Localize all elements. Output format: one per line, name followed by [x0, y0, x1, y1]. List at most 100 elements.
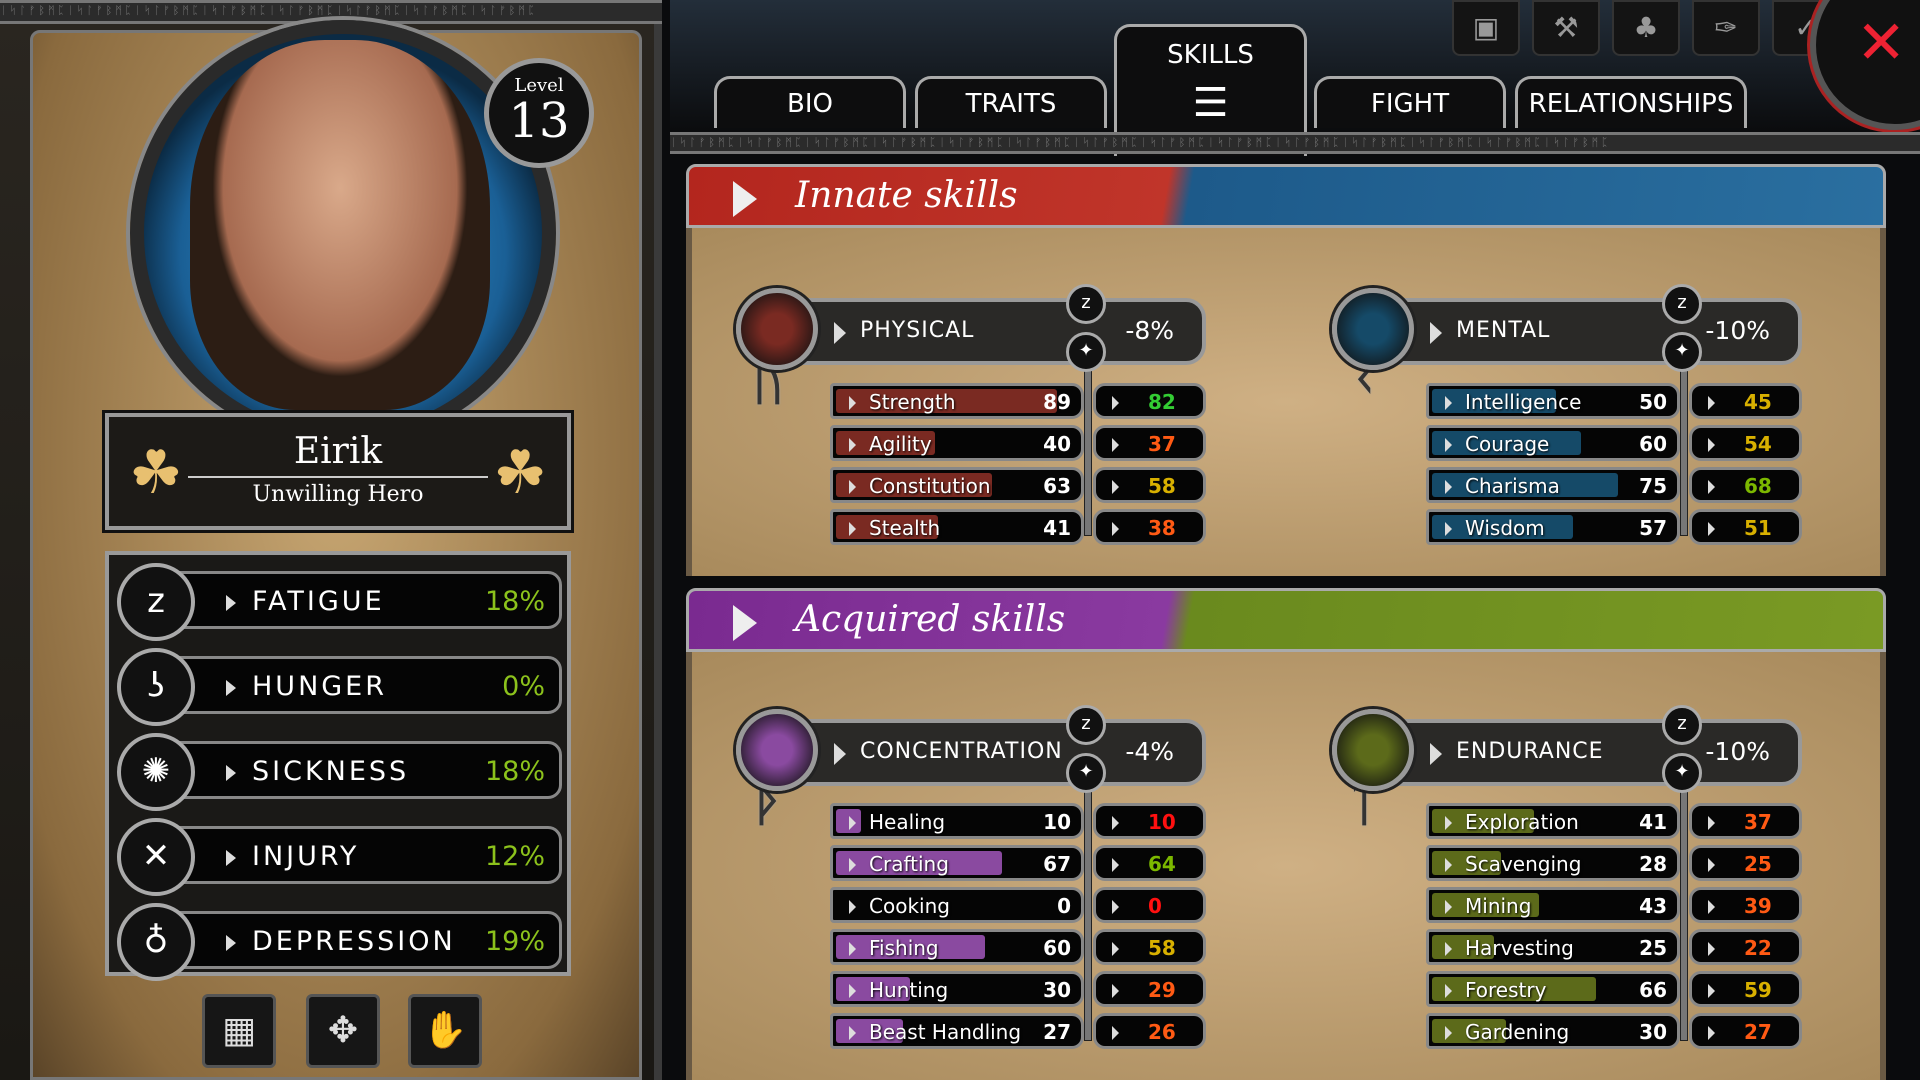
arrow-icon — [1430, 322, 1442, 344]
effective-value: 39 — [1744, 894, 1772, 918]
effective-value-box[interactable]: 0 — [1093, 887, 1206, 923]
skill-row-harvesting[interactable]: Harvesting 25 — [1426, 929, 1680, 965]
effective-value: 37 — [1148, 432, 1176, 456]
skill-row-hunting[interactable]: Hunting 30 — [830, 971, 1084, 1007]
effective-value-box[interactable]: 27 — [1689, 1013, 1802, 1049]
status-bar: FATIGUE 18% — [167, 571, 562, 629]
group-header[interactable]: ENDURANCE -10% — [1392, 719, 1802, 786]
skill-row-stealth[interactable]: Stealth 41 — [830, 509, 1084, 545]
effective-value-box[interactable]: 82 — [1093, 383, 1206, 419]
group-label: ENDURANCE — [1456, 739, 1604, 764]
skill-row-mining[interactable]: Mining 43 — [1426, 887, 1680, 923]
group-header[interactable]: MENTAL -10% — [1392, 298, 1802, 365]
arrow-icon — [1112, 1026, 1119, 1040]
status-row-sickness[interactable]: SICKNESS 18% ✺ — [117, 733, 562, 811]
divider-pole — [1084, 769, 1092, 1041]
effective-value-box[interactable]: 64 — [1093, 845, 1206, 881]
status-row-hunger[interactable]: HUNGER 0% ʖ — [117, 648, 562, 726]
hammer-button[interactable]: ⚒ — [1532, 0, 1600, 56]
skill-name: Hunting — [869, 978, 949, 1002]
status-value: 0% — [502, 671, 545, 702]
effective-value-box[interactable]: 10 — [1093, 803, 1206, 839]
character-title: Unwilling Hero — [188, 476, 488, 507]
arrow-icon — [1708, 900, 1715, 914]
skill-row-exploration[interactable]: Exploration 41 — [1426, 803, 1680, 839]
skill-row-scavenging[interactable]: Scavenging 28 — [1426, 845, 1680, 881]
skill-row-fishing[interactable]: Fishing 60 — [830, 929, 1084, 965]
skill-value: 75 — [1639, 474, 1667, 498]
effective-value-box[interactable]: 25 — [1689, 845, 1802, 881]
skill-row-strength[interactable]: Strength 89 — [830, 383, 1084, 419]
status-row-fatigue[interactable]: FATIGUE 18% z — [117, 563, 562, 641]
tree-button[interactable]: ♣ — [1612, 0, 1680, 56]
map-compass-button[interactable]: ✑ — [1692, 0, 1760, 56]
skill-row-crafting[interactable]: Crafting 67 — [830, 845, 1084, 881]
section-title: Innate skills — [795, 175, 1018, 216]
effective-value-box[interactable]: 39 — [1689, 887, 1802, 923]
effective-value-box[interactable]: 54 — [1689, 425, 1802, 461]
innate-skills-header[interactable]: Innate skills — [686, 164, 1886, 228]
effective-value-box[interactable]: 38 — [1093, 509, 1206, 545]
fatigue-indicator-icon: z — [1662, 284, 1702, 324]
effective-value: 58 — [1148, 936, 1176, 960]
effective-value-box[interactable]: 59 — [1689, 971, 1802, 1007]
character-panel: ᛁᛋᛚᚠᛒᛗᛈᛁᛋᛚᚠᛒᛗᛈᛁᛋᛚᚠᛒᛗᛈᛁᛋᛚᚠᛒᛗᛈᛁᛋᛚᚠᛒᛗᛈᛁᛋᛚᚠᛒ… — [0, 0, 662, 1080]
effective-value-box[interactable]: 51 — [1689, 509, 1802, 545]
tab-relationships[interactable]: RELATIONSHIPS — [1515, 76, 1747, 128]
arrow-icon — [849, 900, 856, 914]
effective-value-box[interactable]: 37 — [1689, 803, 1802, 839]
effective-value-box[interactable]: 26 — [1093, 1013, 1206, 1049]
group-header[interactable]: PHYSICAL -8% — [796, 298, 1206, 365]
arrow-icon — [226, 764, 236, 781]
skill-row-beast-handling[interactable]: Beast Handling 27 — [830, 1013, 1084, 1049]
skill-row-forestry[interactable]: Forestry 66 — [1426, 971, 1680, 1007]
status-row-injury[interactable]: INJURY 12% ✕ — [117, 818, 562, 896]
close-icon: ✕ — [1856, 8, 1907, 78]
skill-row-wisdom[interactable]: Wisdom 57 — [1426, 509, 1680, 545]
effective-value-box[interactable]: 68 — [1689, 467, 1802, 503]
concentration-icon — [736, 709, 818, 791]
skill-row-gardening[interactable]: Gardening 30 — [1426, 1013, 1680, 1049]
chest-button[interactable]: ▣ — [1452, 0, 1520, 56]
skill-name: Constitution — [869, 474, 991, 498]
skill-name: Scavenging — [1465, 852, 1582, 876]
skill-name: Crafting — [869, 852, 949, 876]
status-bar: INJURY 12% — [167, 826, 562, 884]
arrow-icon — [849, 984, 856, 998]
endurance-icon — [1332, 709, 1414, 791]
effective-value-box[interactable]: 29 — [1093, 971, 1206, 1007]
physical-icon — [736, 288, 818, 370]
chest-icon: ▣ — [1472, 11, 1500, 44]
skill-name: Forestry — [1465, 978, 1547, 1002]
hand-button[interactable]: ✋ — [408, 994, 482, 1068]
group-header[interactable]: CONCENTRATION -4% — [796, 719, 1206, 786]
effective-value-box[interactable]: 45 — [1689, 383, 1802, 419]
skill-row-intelligence[interactable]: Intelligence 50 — [1426, 383, 1680, 419]
skill-row-cooking[interactable]: Cooking 0 — [830, 887, 1084, 923]
skill-row-courage[interactable]: Courage 60 — [1426, 425, 1680, 461]
tab-bio[interactable]: BIO — [714, 76, 906, 128]
skill-row-healing[interactable]: Healing 10 — [830, 803, 1084, 839]
skill-row-agility[interactable]: Agility 40 — [830, 425, 1084, 461]
tab-traits[interactable]: TRAITS — [915, 76, 1107, 128]
effective-value-box[interactable]: 58 — [1093, 467, 1206, 503]
acquired-skills-header[interactable]: Acquired skills — [686, 588, 1886, 652]
move-arrows-button[interactable]: ✥ — [306, 994, 380, 1068]
effective-value-box[interactable]: 22 — [1689, 929, 1802, 965]
arrow-icon — [849, 1026, 856, 1040]
modifier-indicator-icon: ✦ — [1662, 332, 1702, 372]
effective-value-box[interactable]: 37 — [1093, 425, 1206, 461]
fatigue-indicator-icon: z — [1066, 705, 1106, 745]
tab-fight[interactable]: FIGHT — [1314, 76, 1506, 128]
arrow-icon — [849, 816, 856, 830]
status-row-depression[interactable]: DEPRESSION 19% ♁ — [117, 903, 562, 981]
effective-value-box[interactable]: 58 — [1093, 929, 1206, 965]
skill-value: 63 — [1043, 474, 1071, 498]
arrow-icon — [849, 942, 856, 956]
skill-row-constitution[interactable]: Constitution 63 — [830, 467, 1084, 503]
skill-row-charisma[interactable]: Charisma 75 — [1426, 467, 1680, 503]
arrow-icon — [1445, 816, 1452, 830]
map-button[interactable]: ▦ — [202, 994, 276, 1068]
status-label: DEPRESSION — [226, 926, 456, 957]
skill-name: Healing — [869, 810, 946, 834]
